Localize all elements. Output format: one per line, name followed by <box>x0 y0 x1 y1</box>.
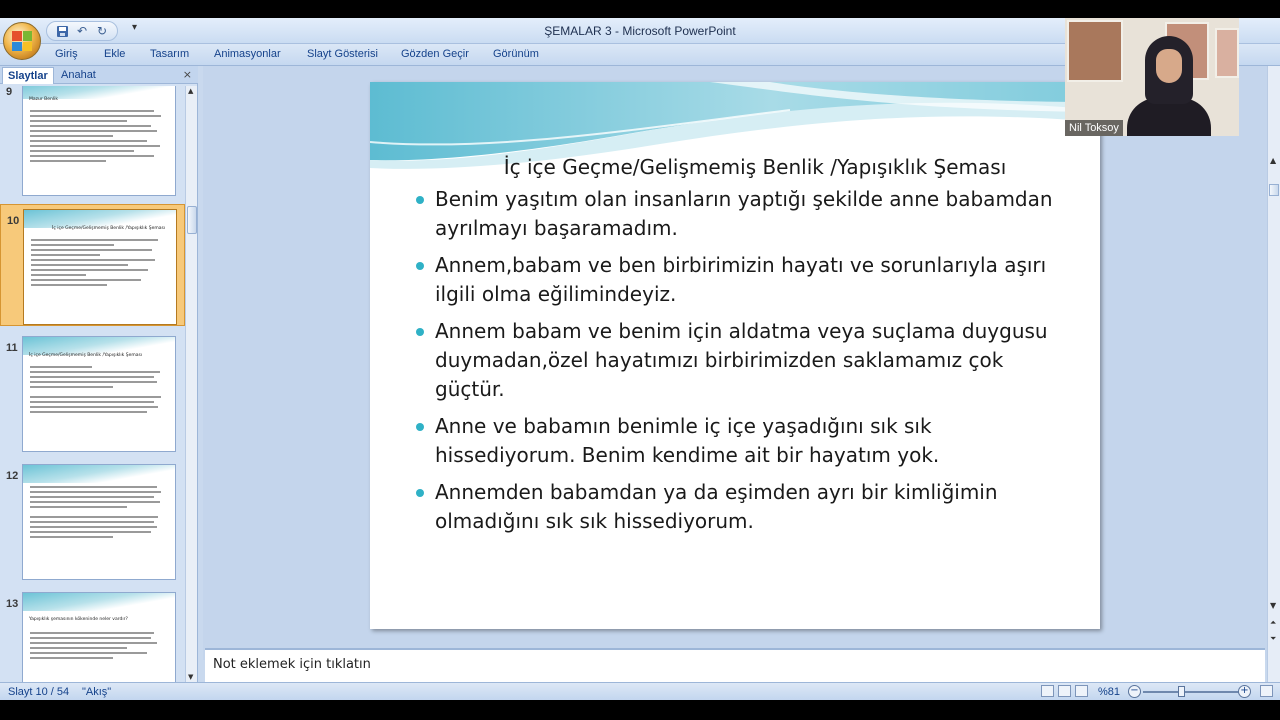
tab-gorunum[interactable]: Görünüm <box>493 48 539 60</box>
slide-scroll-thumb[interactable] <box>1269 184 1279 196</box>
slide-preview: Yapışıklık şemasının kökeninde neler var… <box>22 592 176 682</box>
zoom-slider-thumb[interactable] <box>1177 686 1185 697</box>
slides-pane: Slaytlar Anahat × 9 Mazur Benlik 10 İç i… <box>0 66 198 682</box>
slide-editor-area: İç içe Geçme/Gelişmemiş Benlik /Yapışıkl… <box>203 66 1267 660</box>
tab-tasarim[interactable]: Tasarım <box>150 48 189 60</box>
bullet-item: Benim yaşıtım olan insanların yaptığı şe… <box>416 185 1056 243</box>
tab-ekle[interactable]: Ekle <box>104 48 125 60</box>
zoom-out-icon[interactable]: − <box>1128 685 1141 698</box>
zoom-in-icon[interactable]: + <box>1238 685 1251 698</box>
scroll-down-icon[interactable]: ▼ <box>188 673 193 681</box>
pane-scroll-thumb[interactable] <box>187 206 197 234</box>
slide-preview <box>22 464 176 580</box>
slide-number: 9 <box>6 86 13 98</box>
slide-title[interactable]: İç içe Geçme/Gelişmemiş Benlik /Yapışıkl… <box>430 155 1080 179</box>
bullet-item: Annem babam ve benim için aldatma veya s… <box>416 317 1056 404</box>
bullet-dot-icon <box>416 196 424 204</box>
slide-thumbnail-13[interactable]: 13 Yapışıklık şemasının kökeninde neler … <box>0 588 185 682</box>
slide-sorter-icon[interactable] <box>1058 685 1071 697</box>
slide-preview-title: Yapışıklık şemasının kökeninde neler var… <box>29 617 128 622</box>
bullet-dot-icon <box>416 262 424 270</box>
notes-pane[interactable]: Not eklemek için tıklatın <box>205 648 1265 682</box>
bullet-item: Anne ve babamın benimle iç içe yaşadığın… <box>416 412 1056 470</box>
bullet-dot-icon <box>416 489 424 497</box>
tab-gozden-gecir[interactable]: Gözden Geçir <box>401 48 469 60</box>
slide-thumbnail-11[interactable]: 11 İç içe Geçme/Gelişmemiş Benlik /Yapış… <box>0 332 185 454</box>
slide-preview-title: İç içe Geçme/Gelişmemiş Benlik /Yapışıkl… <box>52 226 166 231</box>
office-button[interactable] <box>3 22 41 60</box>
scroll-up-icon[interactable]: ▲ <box>1270 156 1276 165</box>
slide-preview: İç içe Geçme/Gelişmemiş Benlik /Yapışıkl… <box>22 336 176 452</box>
slide-preview-title: İç içe Geçme/Gelişmemiş Benlik /Yapışıkl… <box>29 353 143 358</box>
bullet-text: Benim yaşıtım olan insanların yaptığı şe… <box>435 187 1053 240</box>
fit-to-window-icon[interactable] <box>1260 685 1273 697</box>
slide-number: 10 <box>7 215 20 227</box>
pane-tab-bar: Slaytlar Anahat × <box>0 66 198 84</box>
bullet-dot-icon <box>416 328 424 336</box>
zoom-level[interactable]: %81 <box>1098 686 1120 698</box>
tab-slayt-gosterisi[interactable]: Slayt Gösterisi <box>307 48 378 60</box>
tab-animasyonlar[interactable]: Animasyonlar <box>214 48 281 60</box>
pane-scrollbar[interactable]: ▲ ▼ <box>185 86 197 682</box>
bullet-text: Annem babam ve benim için aldatma veya s… <box>435 319 1048 401</box>
slide-preview: Mazur Benlik <box>22 86 176 196</box>
bullet-dot-icon <box>416 423 424 431</box>
bullet-text: Annemden babamdan ya da eşimden ayrı bir… <box>435 480 998 533</box>
tab-anahat[interactable]: Anahat <box>56 67 101 84</box>
slide-preview-title: Mazur Benlik <box>29 97 58 102</box>
tab-giris[interactable]: Giriş <box>55 48 78 60</box>
slide-scrollbar[interactable]: ▲ ▼ ⏶ ⏷ <box>1267 66 1280 682</box>
close-icon[interactable]: × <box>183 68 192 81</box>
current-slide[interactable]: İç içe Geçme/Gelişmemiş Benlik /Yapışıkl… <box>370 82 1100 629</box>
office-logo-icon <box>12 31 32 51</box>
notes-placeholder[interactable]: Not eklemek için tıklatın <box>213 657 371 672</box>
status-bar: Slayt 10 / 54 "Akış" %81 − + <box>0 682 1280 700</box>
slide-thumbnail-list: 9 Mazur Benlik 10 İç içe Geçme/Gelişmemi… <box>0 86 185 682</box>
slide-preview: İç içe Geçme/Gelişmemiş Benlik /Yapışıkl… <box>23 209 177 325</box>
slide-thumbnail-10[interactable]: 10 İç içe Geçme/Gelişmemiş Benlik /Yapış… <box>0 204 185 326</box>
slide-number: 11 <box>6 342 18 354</box>
webcam-video: Nil Toksoy <box>1065 18 1239 136</box>
bullet-list[interactable]: Benim yaşıtım olan insanların yaptığı şe… <box>416 185 1056 544</box>
slide-show-icon[interactable] <box>1075 685 1088 697</box>
scroll-up-icon[interactable]: ▲ <box>188 87 193 95</box>
participant-name: Nil Toksoy <box>1065 120 1123 136</box>
normal-view-icon[interactable] <box>1041 685 1054 697</box>
zoom-slider[interactable] <box>1143 691 1239 693</box>
participant-video <box>1127 36 1211 136</box>
slide-thumbnail-9[interactable]: 9 Mazur Benlik <box>0 86 185 198</box>
next-slide-icon[interactable]: ⏷ <box>1270 634 1276 644</box>
theme-name: "Akış" <box>82 686 112 698</box>
bullet-text: Anne ve babamın benimle iç içe yaşadığın… <box>435 414 940 467</box>
slide-counter: Slayt 10 / 54 <box>8 686 70 698</box>
previous-slide-icon[interactable]: ⏶ <box>1270 618 1276 628</box>
bullet-item: Annemden babamdan ya da eşimden ayrı bir… <box>416 478 1056 536</box>
wall-picture <box>1215 28 1239 78</box>
wall-picture <box>1067 20 1123 82</box>
scroll-down-icon[interactable]: ▼ <box>1270 601 1276 610</box>
bullet-text: Annem,babam ve ben birbirimizin hayatı v… <box>435 253 1047 306</box>
slide-number: 12 <box>6 470 19 482</box>
slide-number: 13 <box>6 598 19 610</box>
bullet-item: Annem,babam ve ben birbirimizin hayatı v… <box>416 251 1056 309</box>
tab-slaytlar[interactable]: Slaytlar <box>2 67 54 84</box>
slide-thumbnail-12[interactable]: 12 <box>0 460 185 582</box>
